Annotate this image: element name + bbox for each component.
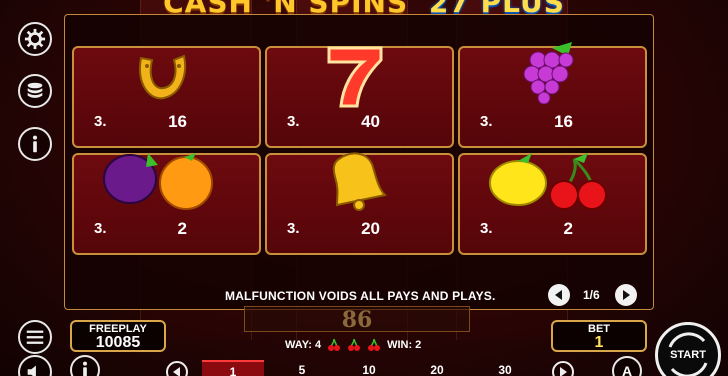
paytable-tile-horseshoe: 3. 16 — [72, 46, 261, 148]
symbol-payout: 2 — [177, 219, 187, 238]
page-indicator: 1/6 — [583, 288, 600, 302]
info-icon — [32, 135, 38, 153]
symbol-payout: 2 — [563, 219, 573, 238]
seven-icon — [327, 46, 383, 108]
freeplay-box: FREEPLAY 10085 — [70, 320, 166, 352]
gear-icon — [24, 28, 46, 50]
symbol-count: 3. — [480, 220, 493, 237]
triangle-left-icon — [555, 290, 562, 300]
bet-box: BET 1 — [551, 320, 647, 352]
start-label: START — [670, 349, 706, 361]
symbol-payout: 16 — [168, 112, 187, 131]
menu-button[interactable] — [18, 320, 52, 354]
lemon-cherries-icon — [489, 153, 607, 210]
coins-button[interactable] — [18, 74, 52, 108]
next-page-button[interactable] — [615, 284, 637, 306]
bet-option[interactable]: 10 — [349, 363, 389, 376]
malfunction-notice: MALFUNCTION VOIDS ALL PAYS AND PLAYS. — [225, 289, 496, 303]
paytable-tile-seven: 3. 40 — [265, 46, 454, 148]
bet-option[interactable]: 30 — [485, 363, 525, 376]
plum-orange-icon — [103, 153, 213, 210]
cherry-icon — [328, 338, 341, 351]
paytable-tile-plum-orange: 3. 2 — [72, 153, 261, 255]
info-button-bottom[interactable] — [70, 355, 100, 376]
horseshoe-icon — [139, 54, 186, 100]
triangle-left-icon — [173, 367, 180, 376]
triangle-right-icon — [623, 290, 630, 300]
paytable-tile-lemon-cherries: 3. 2 — [458, 153, 647, 255]
symbol-payout: 40 — [361, 112, 380, 131]
way-label: WAY: 4 — [285, 339, 322, 351]
info-icon — [82, 361, 88, 376]
win-label: WIN: 2 — [387, 339, 422, 351]
paytable-tile-grapes: 3. 16 — [458, 42, 647, 148]
grapes-icon — [523, 42, 574, 104]
bell-icon — [332, 152, 388, 211]
symbol-payout: 16 — [554, 112, 573, 131]
hamburger-icon — [26, 330, 44, 344]
symbol-payout: 20 — [361, 219, 380, 238]
symbol-count: 3. — [94, 113, 107, 130]
paytable-tile-bell: 3. 20 — [265, 152, 454, 255]
settings-button[interactable] — [18, 22, 52, 56]
symbol-count: 3. — [480, 113, 493, 130]
info-button[interactable] — [18, 127, 52, 161]
start-button[interactable]: START — [655, 322, 721, 376]
bet-option-selected[interactable]: 1 — [202, 360, 264, 376]
way-win-line: WAY: 4 WIN: 2 — [285, 338, 421, 352]
speaker-icon — [27, 365, 36, 376]
bet-next-button[interactable] — [552, 361, 574, 376]
bet-option[interactable]: 20 — [417, 363, 457, 376]
prev-page-button[interactable] — [548, 284, 570, 306]
center-display: 86 — [244, 306, 470, 333]
bet-value: 1 — [594, 334, 604, 351]
symbol-count: 3. — [287, 220, 300, 237]
coins-icon — [27, 82, 43, 98]
bet-prev-button[interactable] — [166, 361, 188, 376]
cherry-icon — [368, 338, 381, 351]
freeplay-value: 10085 — [95, 334, 141, 351]
triangle-right-icon — [560, 367, 567, 376]
symbol-count: 3. — [94, 220, 107, 237]
cherry-icon — [348, 338, 361, 351]
symbol-count: 3. — [287, 113, 300, 130]
bet-option[interactable]: 5 — [282, 363, 322, 376]
autoplay-label: A — [621, 363, 633, 376]
